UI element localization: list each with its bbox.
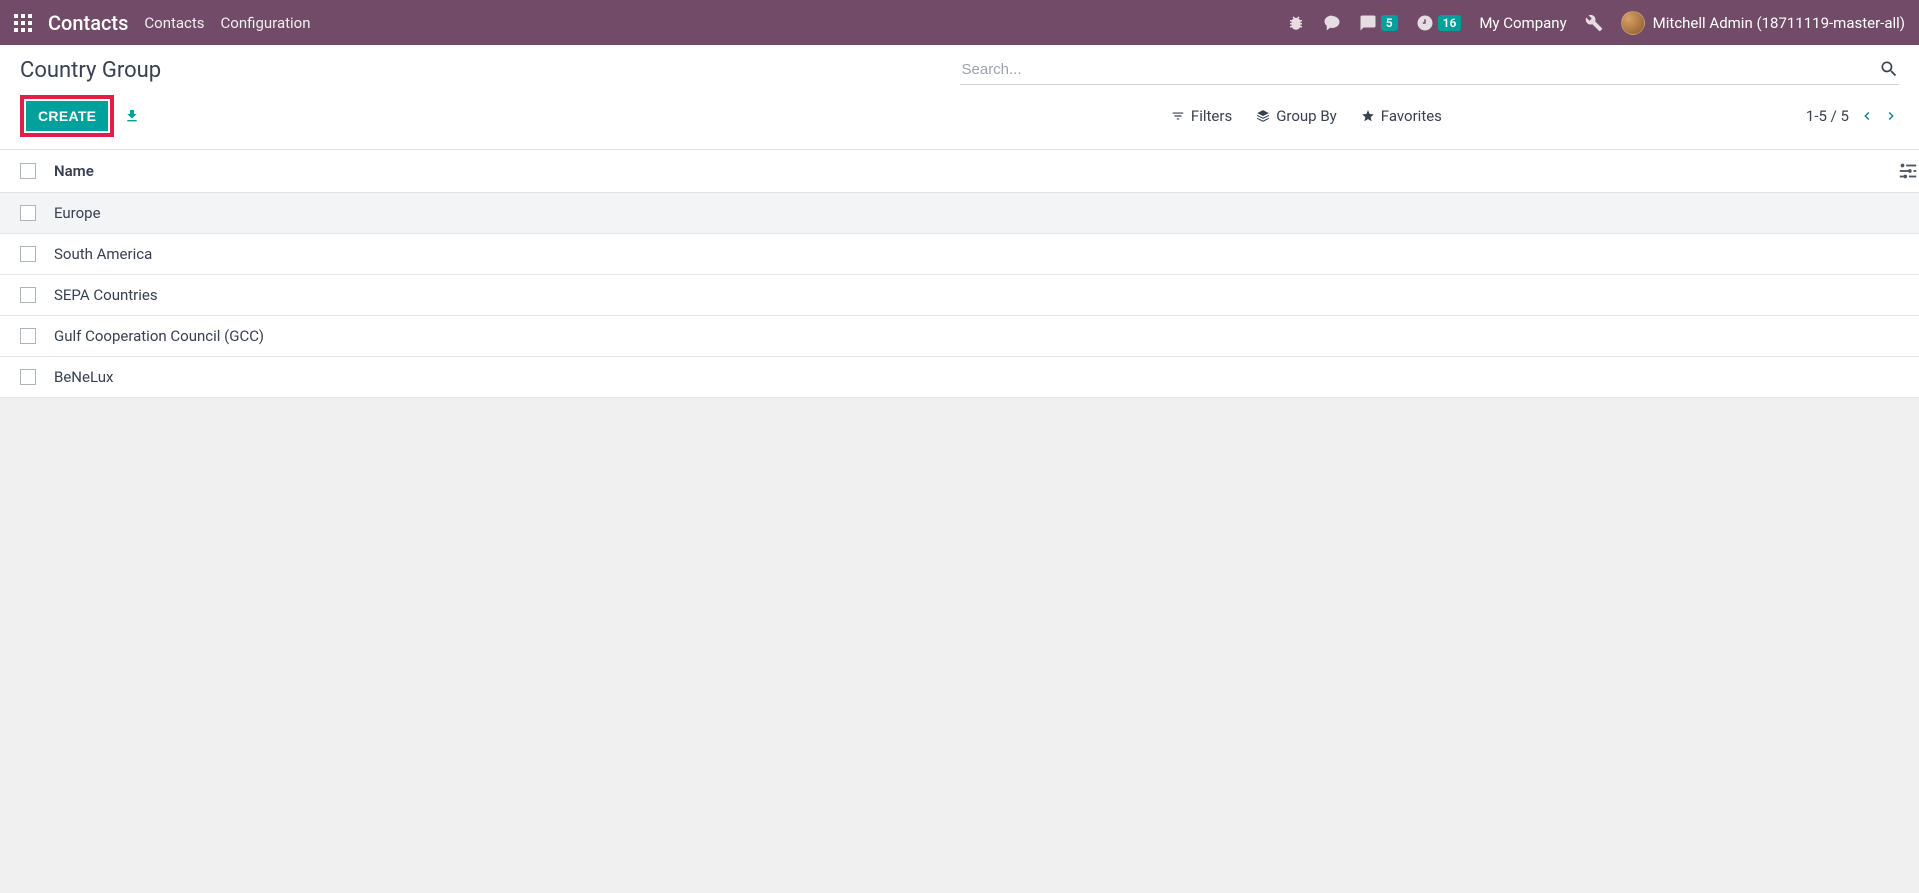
column-options-icon[interactable] bbox=[1897, 160, 1919, 182]
activities-badge: 16 bbox=[1438, 15, 1462, 31]
messages-badge: 5 bbox=[1381, 15, 1398, 31]
avatar bbox=[1621, 11, 1645, 35]
download-icon[interactable] bbox=[124, 108, 140, 124]
pager-next-icon[interactable] bbox=[1883, 108, 1899, 124]
table-row[interactable]: Europe bbox=[0, 193, 1919, 234]
list-view: Name Europe South America SEPA Countries… bbox=[0, 150, 1919, 398]
table-row[interactable]: Gulf Cooperation Council (GCC) bbox=[0, 316, 1919, 357]
favorites-button[interactable]: Favorites bbox=[1361, 107, 1442, 125]
user-name: Mitchell Admin (18711119-master-all) bbox=[1653, 14, 1905, 32]
nav-configuration[interactable]: Configuration bbox=[221, 14, 311, 32]
row-checkbox[interactable] bbox=[20, 246, 36, 262]
favorites-label: Favorites bbox=[1381, 107, 1442, 125]
row-checkbox[interactable] bbox=[20, 369, 36, 385]
activities-button[interactable]: 16 bbox=[1416, 14, 1462, 32]
row-checkbox[interactable] bbox=[20, 287, 36, 303]
messages-button[interactable]: 5 bbox=[1359, 14, 1398, 32]
search-bar[interactable] bbox=[960, 55, 1900, 85]
row-name: South America bbox=[54, 245, 152, 263]
top-nav: Contacts Contacts Configuration 5 16 My … bbox=[0, 0, 1919, 45]
layers-icon bbox=[1256, 109, 1270, 123]
groupby-label: Group By bbox=[1276, 107, 1337, 125]
pager-text[interactable]: 1-5 / 5 bbox=[1806, 107, 1849, 125]
column-name-header[interactable]: Name bbox=[54, 162, 94, 180]
star-icon bbox=[1361, 109, 1375, 123]
pager: 1-5 / 5 bbox=[1806, 107, 1899, 125]
clock-icon bbox=[1416, 14, 1434, 32]
filters-button[interactable]: Filters bbox=[1171, 107, 1232, 125]
table-row[interactable]: SEPA Countries bbox=[0, 275, 1919, 316]
funnel-icon bbox=[1171, 109, 1185, 123]
user-menu[interactable]: Mitchell Admin (18711119-master-all) bbox=[1621, 11, 1905, 35]
row-checkbox[interactable] bbox=[20, 328, 36, 344]
create-button[interactable]: CREATE bbox=[26, 101, 108, 131]
list-header: Name bbox=[0, 150, 1919, 193]
row-checkbox[interactable] bbox=[20, 205, 36, 221]
create-highlight: CREATE bbox=[20, 95, 114, 137]
control-panel: Country Group CREATE Filters Group By Fa… bbox=[0, 45, 1919, 150]
search-input[interactable] bbox=[960, 55, 1900, 84]
row-name: Europe bbox=[54, 204, 101, 222]
groupby-button[interactable]: Group By bbox=[1256, 107, 1337, 125]
apps-icon[interactable] bbox=[14, 14, 32, 32]
row-name: SEPA Countries bbox=[54, 286, 158, 304]
tools-icon[interactable] bbox=[1585, 14, 1603, 32]
app-brand[interactable]: Contacts bbox=[48, 11, 128, 35]
breadcrumb: Country Group bbox=[20, 58, 161, 83]
row-name: BeNeLux bbox=[54, 368, 113, 386]
table-row[interactable]: South America bbox=[0, 234, 1919, 275]
row-name: Gulf Cooperation Council (GCC) bbox=[54, 327, 264, 345]
bug-icon[interactable] bbox=[1287, 14, 1305, 32]
chat-icon bbox=[1359, 14, 1377, 32]
pager-prev-icon[interactable] bbox=[1859, 108, 1875, 124]
phone-icon[interactable] bbox=[1323, 14, 1341, 32]
select-all-checkbox[interactable] bbox=[20, 163, 36, 179]
filters-label: Filters bbox=[1191, 107, 1232, 125]
search-icon[interactable] bbox=[1879, 59, 1899, 79]
nav-contacts[interactable]: Contacts bbox=[144, 14, 204, 32]
company-selector[interactable]: My Company bbox=[1479, 14, 1566, 32]
table-row[interactable]: BeNeLux bbox=[0, 357, 1919, 398]
